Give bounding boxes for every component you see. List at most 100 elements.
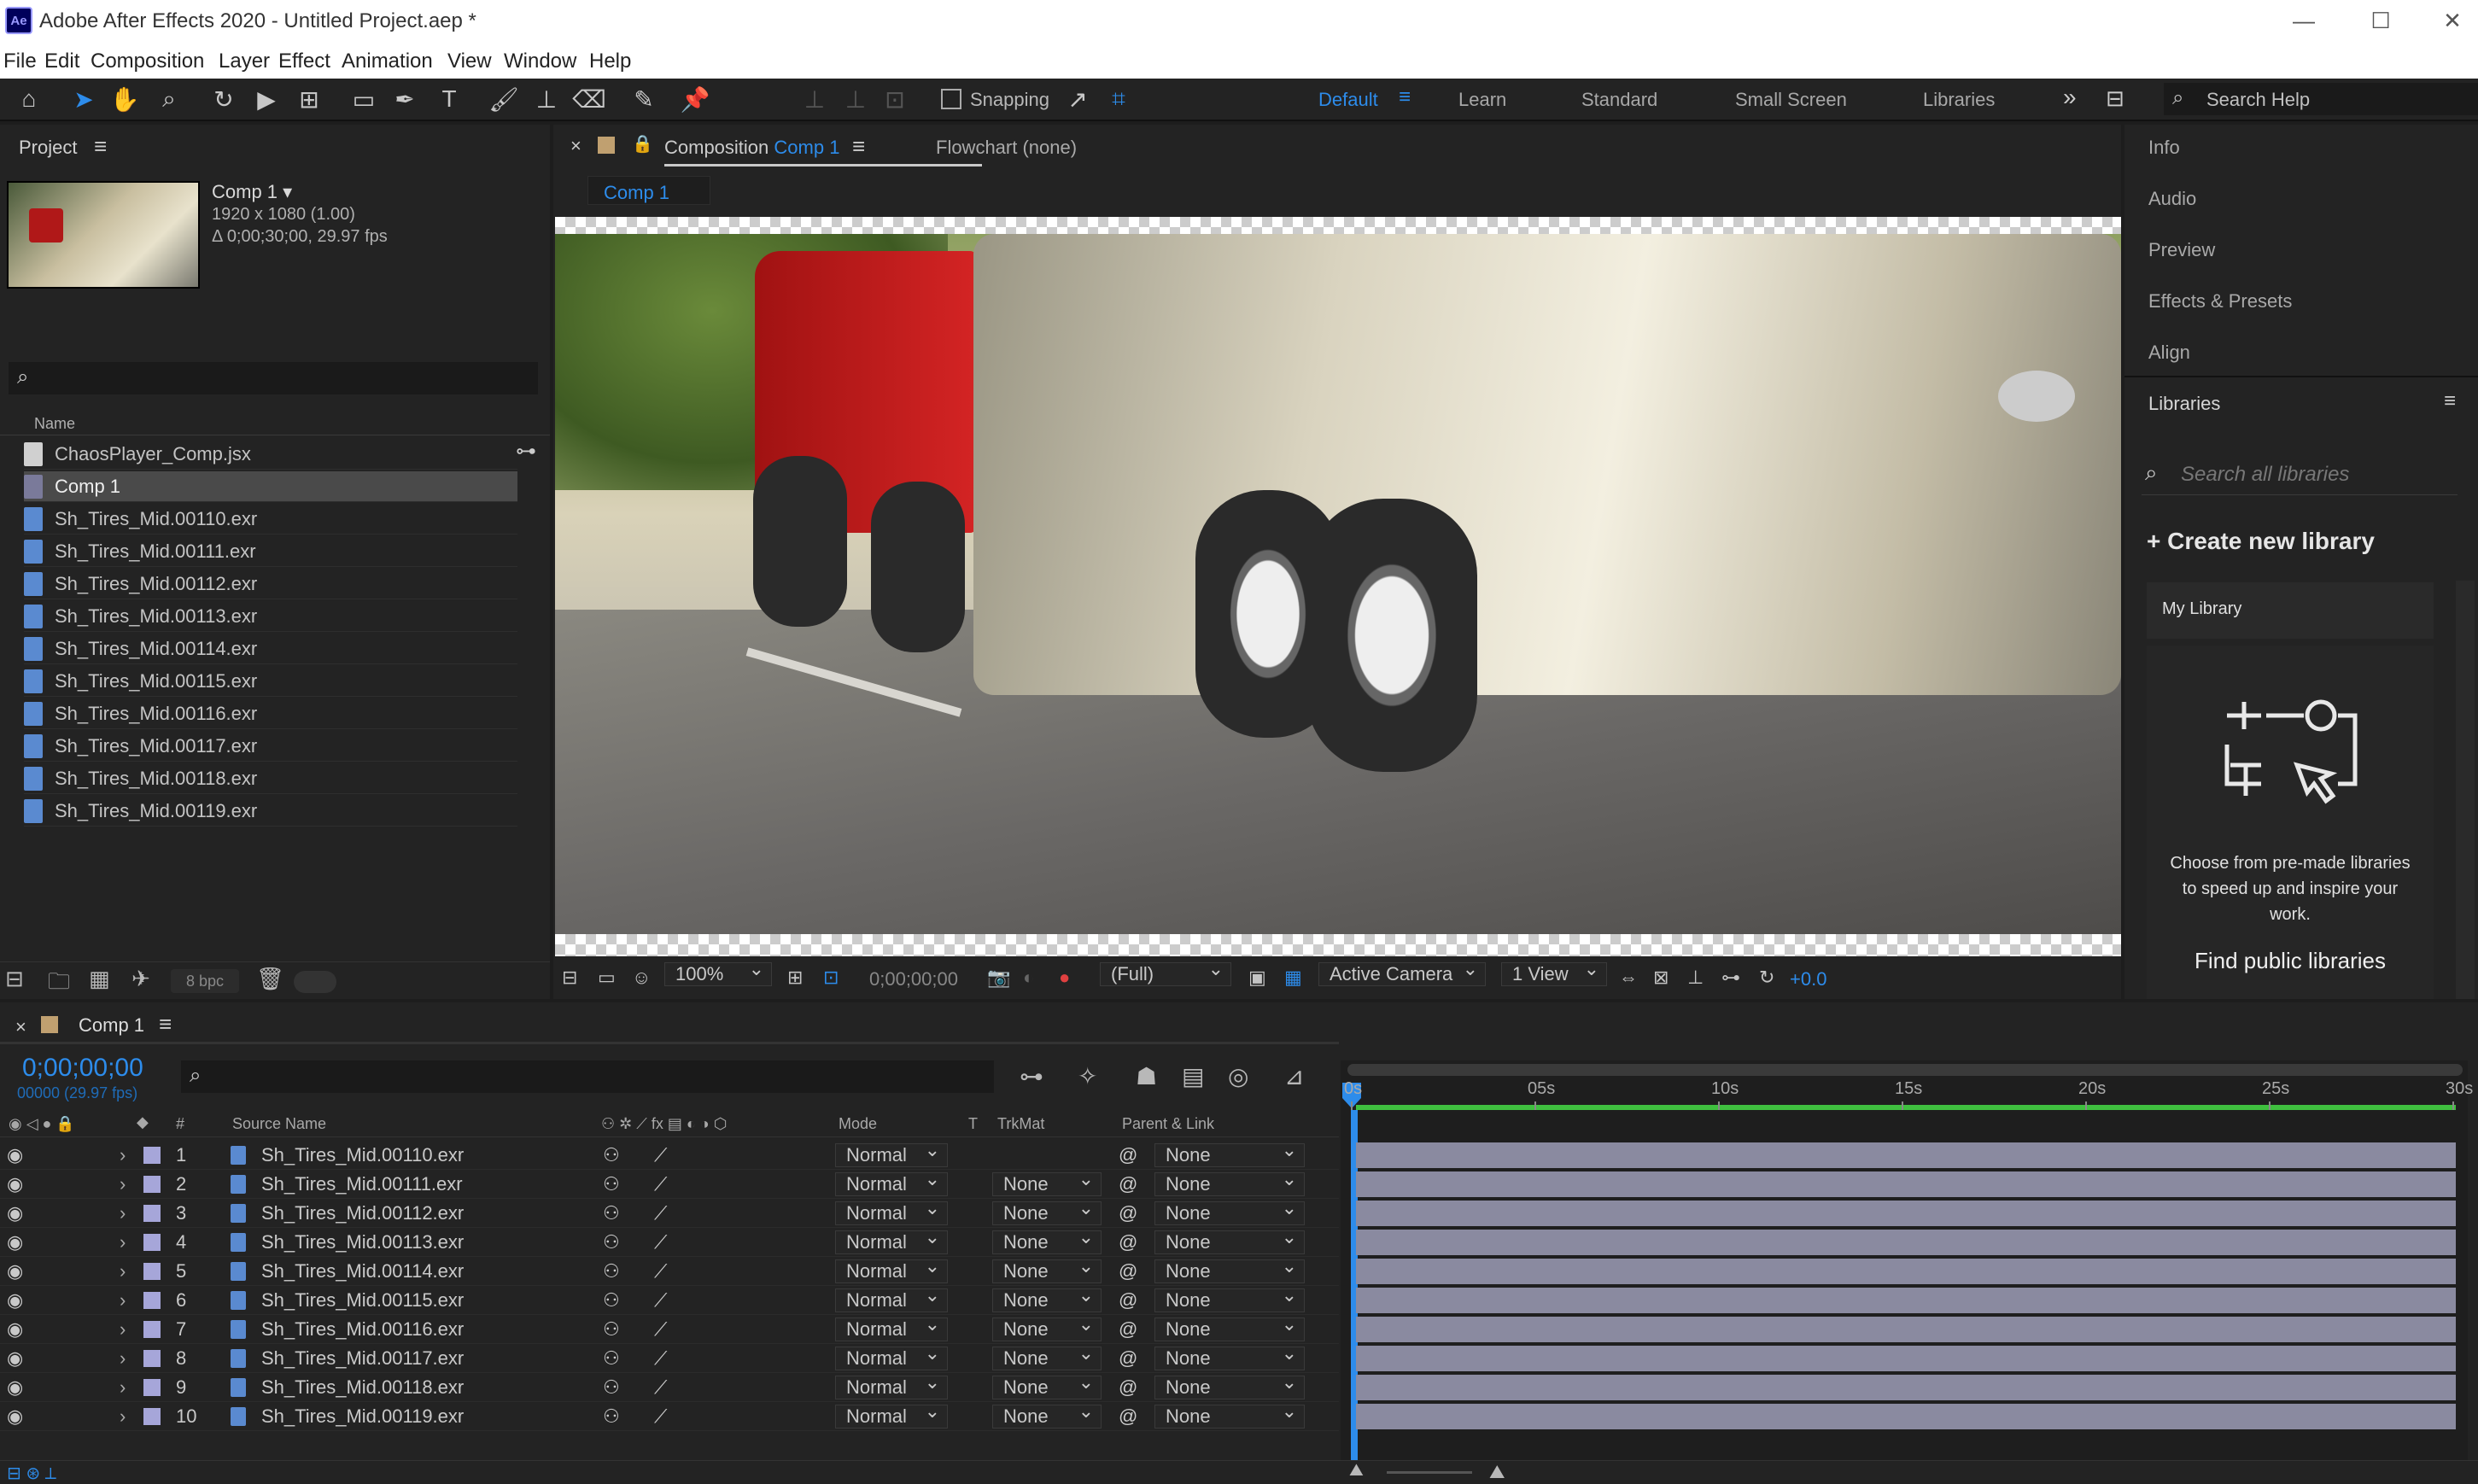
panel-menu-icon[interactable]: ≡ bbox=[94, 133, 107, 160]
layer-parent-dropdown[interactable]: None bbox=[1154, 1139, 1305, 1167]
pan-behind-tool-icon[interactable]: ⊞ bbox=[290, 82, 328, 116]
layer-parent-dropdown[interactable]: None bbox=[1154, 1342, 1305, 1370]
layer-parent-dropdown[interactable]: None bbox=[1154, 1400, 1305, 1428]
snapping-checkbox[interactable] bbox=[941, 89, 961, 109]
layer-trkmat-dropdown[interactable]: None bbox=[992, 1371, 1102, 1399]
column-t[interactable]: T bbox=[968, 1115, 978, 1133]
visibility-eye-icon[interactable]: ◉ bbox=[7, 1347, 23, 1370]
project-search-input[interactable]: ⌕ bbox=[9, 362, 538, 394]
layer-parent-dropdown[interactable]: None bbox=[1154, 1226, 1305, 1254]
layer-row[interactable]: ◉ › 1 Sh_Tires_Mid.00110.exr ⚇ ⟋ Normal @ None bbox=[0, 1139, 1339, 1170]
layer-trkmat-dropdown[interactable]: None bbox=[992, 1342, 1102, 1370]
column-name[interactable]: Name bbox=[34, 415, 75, 433]
preview-panel-tab[interactable]: Preview bbox=[2148, 239, 2215, 261]
type-tool-icon[interactable]: T bbox=[430, 82, 468, 116]
workspace-menu-icon[interactable]: ≡ bbox=[1399, 85, 1411, 109]
create-library-button[interactable]: + Create new library bbox=[2147, 528, 2375, 555]
camera-dropdown[interactable]: Active Camera bbox=[1318, 958, 1486, 986]
reset-exposure-icon[interactable]: ↻ bbox=[1759, 967, 1774, 989]
layer-duration-bar[interactable] bbox=[1356, 1259, 2456, 1284]
layer-label-swatch[interactable] bbox=[143, 1292, 161, 1309]
menu-layer[interactable]: Layer bbox=[219, 50, 270, 73]
parent-pickwhip-icon[interactable]: @ bbox=[1119, 1318, 1137, 1341]
effects-presets-panel-tab[interactable]: Effects & Presets bbox=[2148, 290, 2292, 313]
parent-pickwhip-icon[interactable]: @ bbox=[1119, 1231, 1137, 1253]
parent-pickwhip-icon[interactable]: @ bbox=[1119, 1173, 1137, 1195]
puppet-tool-icon[interactable]: 📌 bbox=[676, 82, 714, 116]
layer-source-name[interactable]: Sh_Tires_Mid.00118.exr bbox=[261, 1376, 464, 1399]
snapshot-icon[interactable]: 📷 bbox=[987, 967, 1010, 989]
eraser-tool-icon[interactable]: ⌫ bbox=[570, 82, 608, 116]
brush-tool-icon[interactable]: 🖌 bbox=[485, 82, 523, 116]
shy-layers-icon[interactable]: ☗ bbox=[1136, 1062, 1157, 1090]
transparency-grid-icon[interactable]: ▦ bbox=[1284, 967, 1302, 989]
layer-row[interactable]: ◉ › 4 Sh_Tires_Mid.00113.exr ⚇ ⟋ Normal None @ No… bbox=[0, 1226, 1339, 1257]
layer-source-name[interactable]: Sh_Tires_Mid.00110.exr bbox=[261, 1144, 464, 1166]
workspace-libraries[interactable]: Libraries bbox=[1923, 89, 1995, 111]
layer-label-swatch[interactable] bbox=[143, 1408, 161, 1425]
selection-tool-icon[interactable]: ➤ bbox=[65, 82, 102, 116]
parent-pickwhip-icon[interactable]: @ bbox=[1119, 1405, 1137, 1428]
comp-breadcrumb[interactable]: Comp 1 bbox=[587, 176, 710, 205]
visibility-eye-icon[interactable]: ◉ bbox=[7, 1289, 23, 1312]
visibility-eye-icon[interactable]: ◉ bbox=[7, 1318, 23, 1341]
project-item[interactable]: Sh_Tires_Mid.00111.exr bbox=[24, 536, 517, 567]
layer-duration-bar[interactable] bbox=[1356, 1171, 2456, 1197]
show-snapshot-icon[interactable]: ◐ bbox=[1023, 967, 1034, 989]
layer-duration-bar[interactable] bbox=[1356, 1346, 2456, 1371]
flowchart-icon[interactable]: ⊶ bbox=[516, 439, 536, 464]
av-features-icon[interactable]: ◉ ◁ ● 🔒 bbox=[9, 1115, 75, 1133]
layer-parent-dropdown[interactable]: None bbox=[1154, 1168, 1305, 1196]
project-item[interactable]: Sh_Tires_Mid.00114.exr bbox=[24, 634, 517, 664]
layer-source-name[interactable]: Sh_Tires_Mid.00117.exr bbox=[261, 1347, 464, 1370]
expand-chevron-icon[interactable]: › bbox=[120, 1231, 126, 1253]
region-of-interest-icon[interactable]: ▣ bbox=[1248, 967, 1266, 989]
layer-mode-dropdown[interactable]: Normal bbox=[835, 1342, 948, 1370]
layer-mode-dropdown[interactable]: Normal bbox=[835, 1255, 948, 1283]
layer-label-swatch[interactable] bbox=[143, 1350, 161, 1367]
zoom-in-icon[interactable]: ⛰ bbox=[1489, 1461, 1505, 1483]
menu-animation[interactable]: Animation bbox=[342, 50, 433, 73]
menu-view[interactable]: View bbox=[447, 50, 492, 73]
quality-switch-icon[interactable]: ⟋ bbox=[654, 1347, 667, 1370]
shy-switch-icon[interactable]: ⚇ bbox=[603, 1405, 620, 1428]
layer-duration-bar[interactable] bbox=[1356, 1317, 2456, 1342]
composition-mini-flowchart-icon[interactable]: ⊶ bbox=[1020, 1062, 1043, 1090]
frame-blending-icon[interactable]: ▤ bbox=[1182, 1062, 1204, 1090]
parent-pickwhip-icon[interactable]: @ bbox=[1119, 1289, 1137, 1312]
parent-pickwhip-icon[interactable]: @ bbox=[1119, 1347, 1137, 1370]
layer-source-name[interactable]: Sh_Tires_Mid.00115.exr bbox=[261, 1289, 464, 1312]
layer-row[interactable]: ◉ › 3 Sh_Tires_Mid.00112.exr ⚇ ⟋ Normal None @ No… bbox=[0, 1197, 1339, 1228]
project-item[interactable]: Sh_Tires_Mid.00110.exr bbox=[24, 504, 517, 535]
project-item[interactable]: Sh_Tires_Mid.00118.exr bbox=[24, 763, 517, 794]
new-folder-icon[interactable]: 🗀 bbox=[48, 966, 70, 1003]
info-panel-tab[interactable]: Info bbox=[2148, 137, 2180, 159]
layer-label-swatch[interactable] bbox=[143, 1379, 161, 1396]
visibility-eye-icon[interactable]: ◉ bbox=[7, 1260, 23, 1282]
layer-duration-bar[interactable] bbox=[1356, 1201, 2456, 1226]
visibility-eye-icon[interactable]: ◉ bbox=[7, 1231, 23, 1253]
views-dropdown[interactable]: 1 View bbox=[1501, 958, 1607, 986]
close-button[interactable]: ✕ bbox=[2427, 3, 2478, 38]
shy-switch-icon[interactable]: ⚇ bbox=[603, 1347, 620, 1370]
lock-icon[interactable]: 🔒 bbox=[632, 133, 653, 155]
layer-row[interactable]: ◉ › 7 Sh_Tires_Mid.00116.exr ⚇ ⟋ Normal None @ No… bbox=[0, 1313, 1339, 1344]
parent-pickwhip-icon[interactable]: @ bbox=[1119, 1376, 1137, 1399]
layer-label-swatch[interactable] bbox=[143, 1263, 161, 1280]
project-item[interactable]: Sh_Tires_Mid.00113.exr bbox=[24, 601, 517, 632]
libraries-menu-icon[interactable]: ≡ bbox=[2444, 389, 2456, 413]
zoom-tool-icon[interactable]: ⌕ bbox=[150, 82, 188, 116]
home-icon[interactable]: ⌂ bbox=[10, 82, 48, 116]
expand-chevron-icon[interactable]: › bbox=[120, 1202, 126, 1224]
footer-toggles[interactable]: ⊟ ⊛ ⟂ bbox=[7, 1463, 56, 1484]
my-library-item[interactable]: My Library bbox=[2147, 582, 2434, 639]
libraries-panel-title[interactable]: Libraries bbox=[2148, 393, 2220, 415]
layer-parent-dropdown[interactable]: None bbox=[1154, 1371, 1305, 1399]
zoom-dropdown[interactable]: 100% bbox=[664, 958, 772, 986]
world-axis-icon[interactable]: ⊥ bbox=[837, 82, 874, 116]
more-workspaces-icon[interactable]: » bbox=[2063, 84, 2077, 111]
workspace-default[interactable]: Default bbox=[1318, 89, 1378, 111]
menu-help[interactable]: Help bbox=[589, 50, 631, 73]
project-item[interactable]: Comp 1 bbox=[24, 471, 517, 502]
project-item[interactable]: Sh_Tires_Mid.00116.exr bbox=[24, 698, 517, 729]
